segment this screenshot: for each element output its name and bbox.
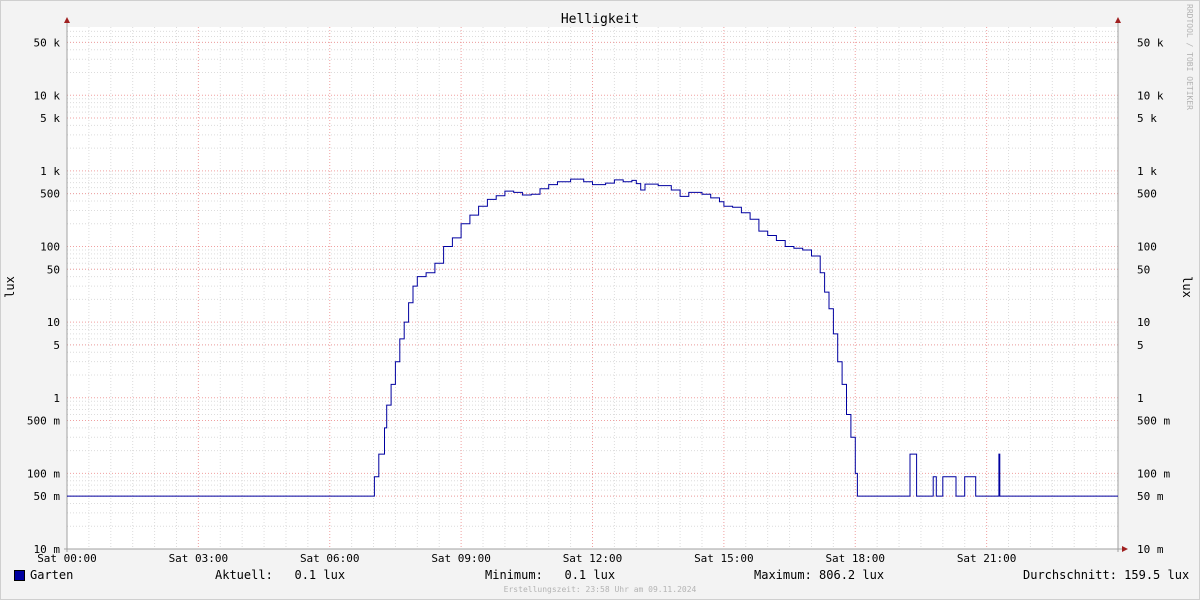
y-tick-label-right: 100 [1137,241,1157,254]
y-tick-label-left: 50 m [34,490,61,503]
y-tick-label-left: 5 k [40,112,60,125]
x-tick-label: Sat 00:00 [37,552,97,565]
legend-current: Aktuell: 0.1 lux [215,568,346,582]
y-tick-label-left: 50 k [34,36,61,49]
x-tick-label: Sat 15:00 [694,552,754,565]
legend-average: Durchschnitt: 159.5 lux [1023,568,1190,582]
brightness-chart: 50 k 50 k 10 k 10 k 5 k 5 k 1 k 1 k 500 500 100 100… [3,4,1194,565]
legend-swatch-garten [14,570,25,581]
chart-title: Helligkeit [561,12,639,27]
y-tick-label-left: 5 [53,339,60,352]
rrdtool-watermark: RRDTOOL / TOBI OETIKER [1185,4,1194,110]
creation-time-footer: Erstellungszeit: 23:58 Uhr am 09.11.2024 [503,585,697,594]
y-tick-label-right: 10 [1137,316,1150,329]
y-tick-label-right: 5 k [1137,112,1157,125]
y-tick-label-right: 500 [1137,188,1157,201]
y-tick-label-left: 1 [53,392,60,405]
y-tick-label-right: 50 m [1137,490,1164,503]
y-axis-label-left: lux [3,276,17,298]
y-tick-label-left: 500 [40,188,60,201]
y-tick-label-right: 10 m [1137,543,1164,556]
y-axis-arrow-right [1115,17,1121,23]
y-tick-label-right: 50 [1137,263,1150,276]
y-axis-label-right: lux [1180,276,1194,298]
y-tick-label-right: 1 k [1137,165,1157,178]
x-tick-label: Sat 09:00 [431,552,491,565]
legend-series-name: Garten [30,568,74,582]
y-tick-label-left: 500 m [27,415,60,428]
x-tick-label: Sat 12:00 [563,552,623,565]
y-tick-label-right: 5 [1137,339,1144,352]
y-tick-label-right: 10 k [1137,89,1164,102]
y-tick-label-left: 100 m [27,467,60,480]
y-tick-label-left: 10 [47,316,60,329]
x-tick-label: Sat 03:00 [169,552,229,565]
y-tick-label-left: 100 [40,241,60,254]
legend-maximum: Maximum: 806.2 lux [754,568,885,582]
x-tick-label: Sat 06:00 [300,552,360,565]
y-tick-label-left: 10 k [34,89,61,102]
x-tick-label: Sat 21:00 [957,552,1017,565]
y-tick-label-right: 50 k [1137,36,1164,49]
x-axis-arrow [1122,546,1128,552]
y-tick-label-left: 50 [47,263,60,276]
y-tick-label-left: 1 k [40,165,60,178]
y-tick-label-right: 500 m [1137,415,1170,428]
y-axis-arrow-left [64,17,70,23]
x-tick-label: Sat 18:00 [825,552,885,565]
y-tick-label-right: 100 m [1137,467,1170,480]
y-tick-label-right: 1 [1137,392,1144,405]
legend-minimum: Minimum: 0.1 lux [485,568,616,582]
